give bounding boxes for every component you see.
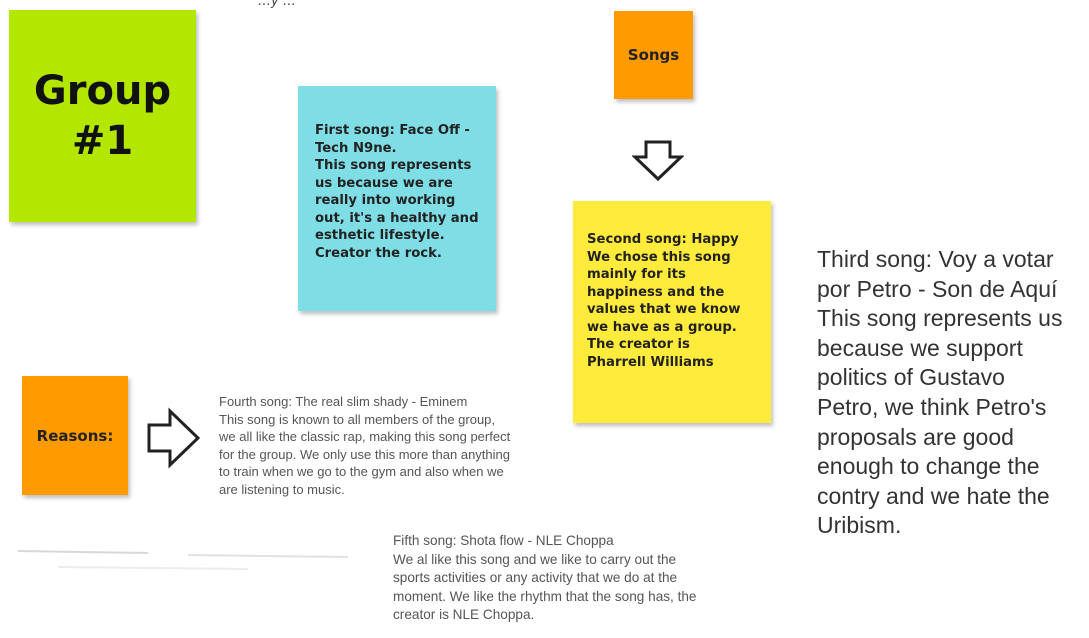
first-song-text: First song: Face Off - Tech N9ne. This s… bbox=[315, 123, 479, 261]
top-caption-fragment: …y … bbox=[258, 0, 296, 9]
third-song-text: Third song: Voy a votar por Petro - Son … bbox=[817, 246, 1063, 539]
reasons-sticky-note: Reasons: bbox=[22, 376, 128, 495]
first-song-sticky-note: First song: Face Off - Tech N9ne. This s… bbox=[298, 86, 496, 311]
songs-sticky-note: Songs bbox=[614, 11, 693, 99]
fifth-song-text: Fifth song: Shota flow - NLE Choppa We a… bbox=[393, 533, 697, 623]
down-arrow-icon bbox=[632, 140, 684, 182]
songs-label: Songs bbox=[627, 46, 680, 64]
reasons-label: Reasons: bbox=[36, 426, 114, 445]
group-sticky-note: Group #1 bbox=[9, 10, 196, 222]
right-arrow-icon bbox=[147, 407, 201, 469]
second-song-text: Second song: Happy We chose this song ma… bbox=[587, 232, 741, 370]
faint-smudge-decoration bbox=[18, 550, 348, 570]
fourth-song-text: Fourth song: The real slim shady - Emine… bbox=[219, 394, 511, 497]
group-label: Group #1 bbox=[33, 68, 172, 164]
second-song-sticky-note: Second song: Happy We chose this song ma… bbox=[573, 201, 771, 423]
